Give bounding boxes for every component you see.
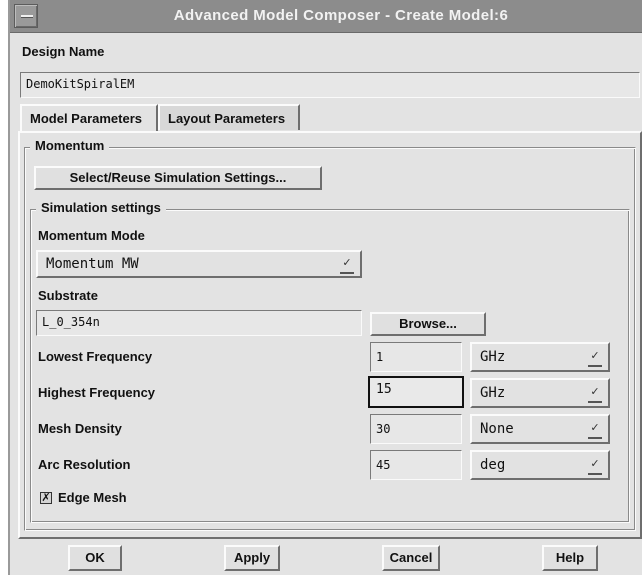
select-simulation-settings-button[interactable]: Select/Reuse Simulation Settings... [34,166,322,190]
substrate-label: Substrate [38,288,98,303]
momentum-mode-select[interactable]: Momentum MW ✓ [36,250,362,278]
highest-frequency-field[interactable]: 15 [368,376,464,408]
browse-button[interactable]: Browse... [370,312,486,336]
cancel-button[interactable]: Cancel [382,545,440,571]
arc-resolution-unit-select[interactable]: deg ✓ [470,450,610,480]
dropdown-icon: ✓ [588,349,602,367]
edge-mesh-checkbox[interactable]: ✗ [40,492,52,504]
mesh-density-label: Mesh Density [38,421,122,436]
mesh-density-field[interactable]: 30 [370,414,462,444]
design-name-field[interactable]: DemoKitSpiralEM [20,72,640,98]
momentum-group-label: Momentum [30,138,110,153]
lowest-frequency-label: Lowest Frequency [38,349,153,364]
arc-resolution-field[interactable]: 45 [370,450,462,480]
dropdown-icon: ✓ [588,457,602,475]
simulation-settings-label: Simulation settings [36,200,166,215]
substrate-field[interactable]: L_0_354n [36,310,362,336]
tab-layout-parameters[interactable]: Layout Parameters [158,104,300,130]
dialog-window: Advanced Model Composer - Create Model:6… [8,0,642,575]
momentum-mode-value: Momentum MW [46,256,139,272]
lowest-frequency-unit-value: GHz [480,349,506,365]
edge-mesh-label: Edge Mesh [58,490,127,505]
window-title: Advanced Model Composer - Create Model:6 [173,7,509,24]
title-bar[interactable]: Advanced Model Composer - Create Model:6 [10,0,642,33]
dropdown-icon: ✓ [588,421,602,439]
ok-button[interactable]: OK [68,545,122,571]
lowest-frequency-field[interactable]: 1 [370,342,462,372]
arc-resolution-label: Arc Resolution [38,457,131,472]
lowest-frequency-unit-select[interactable]: GHz ✓ [470,342,610,372]
design-name-label: Design Name [22,44,105,59]
highest-frequency-label: Highest Frequency [38,385,156,400]
apply-button[interactable]: Apply [224,545,280,571]
highest-frequency-unit-value: GHz [480,385,506,401]
arc-resolution-unit-value: deg [480,457,506,473]
window-menu-icon[interactable] [14,4,38,28]
momentum-mode-label: Momentum Mode [38,228,145,243]
help-button[interactable]: Help [542,545,598,571]
dropdown-icon: ✓ [588,385,602,403]
mesh-density-unit-select[interactable]: None ✓ [470,414,610,444]
mesh-density-unit-value: None [480,421,514,437]
dropdown-icon: ✓ [340,256,354,274]
tab-model-parameters[interactable]: Model Parameters [20,104,158,132]
highest-frequency-unit-select[interactable]: GHz ✓ [470,378,610,408]
